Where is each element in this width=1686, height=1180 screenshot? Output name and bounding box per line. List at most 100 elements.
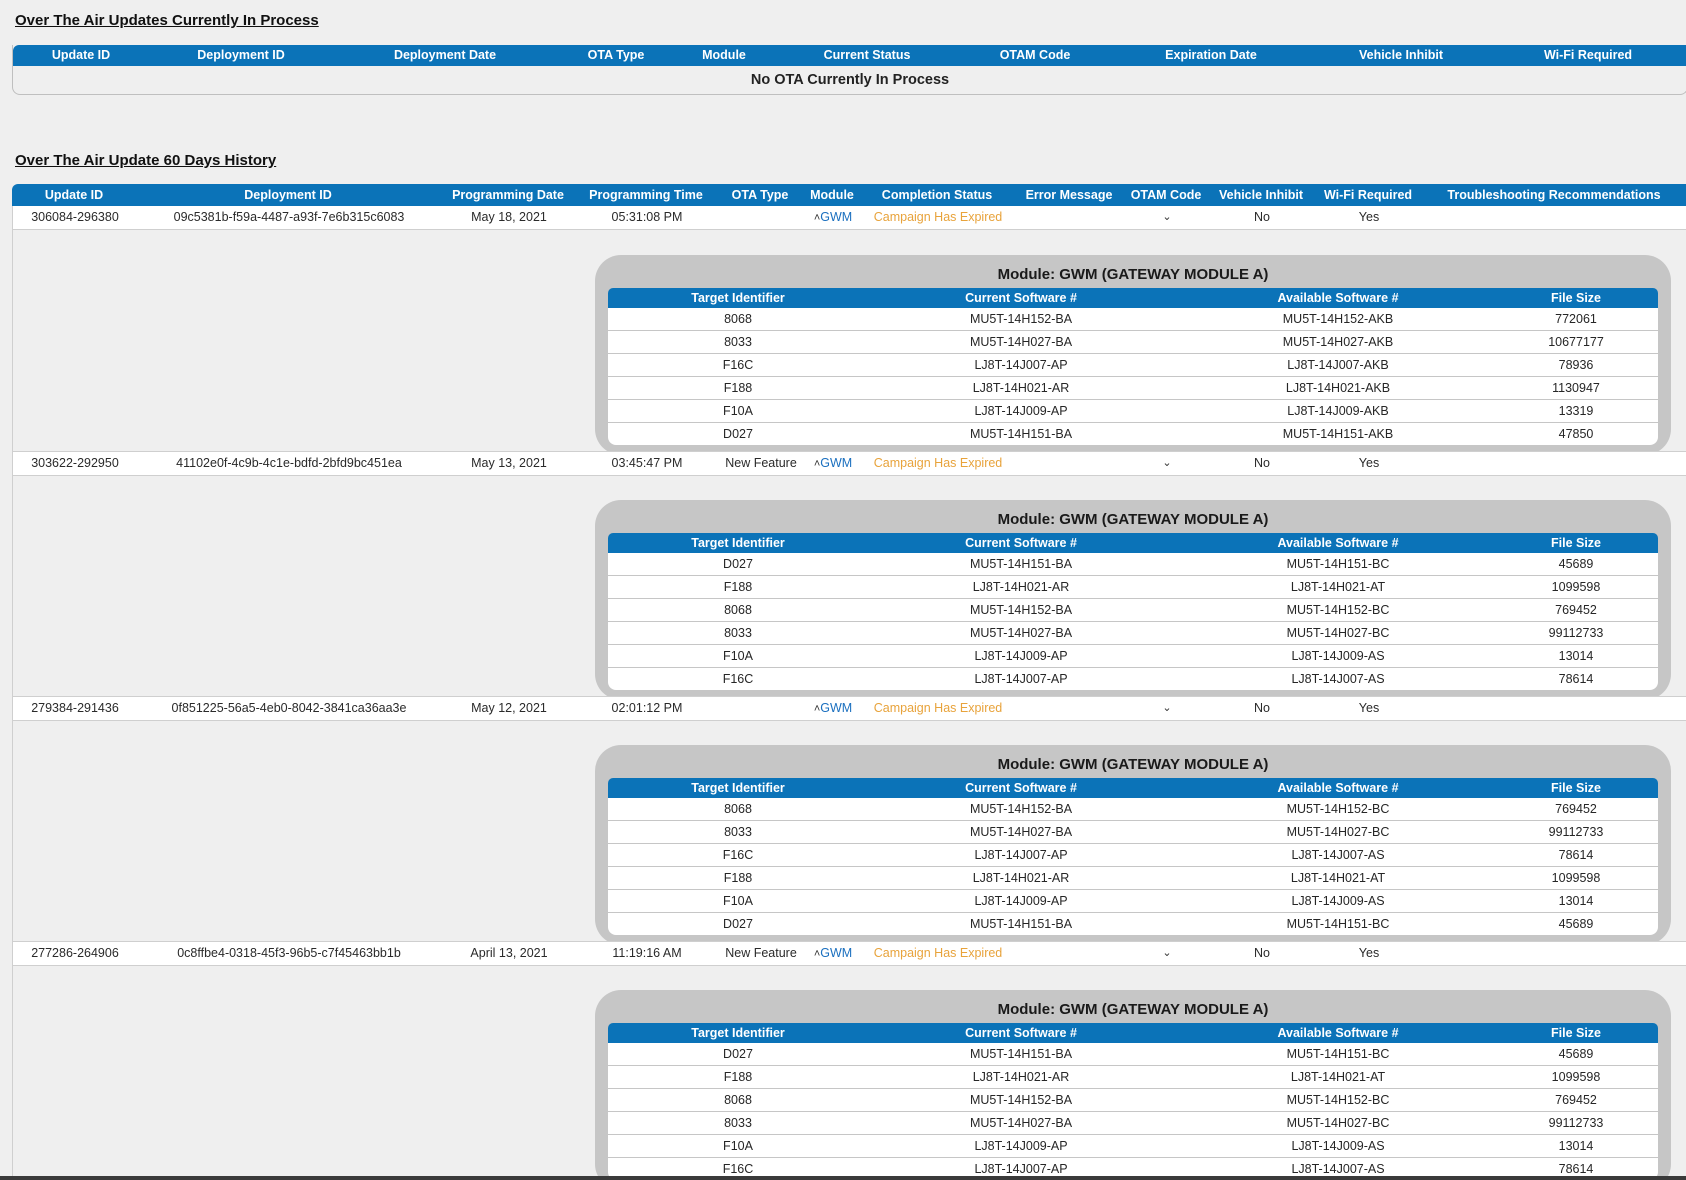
col-otam-code: OTAM Code (999, 48, 1071, 62)
file-size: 78614 (1558, 848, 1594, 862)
chevron-down-icon[interactable]: ⌄ (1162, 942, 1171, 965)
current-software: LJ8T-14H021-AR (972, 1070, 1070, 1084)
module-detail-table: Target Identifier Current Software # Ava… (608, 778, 1658, 935)
current-updates-header: Update ID Deployment ID Deployment Date … (13, 45, 1686, 66)
current-software: MU5T-14H027-BA (969, 335, 1073, 349)
available-software: LJ8T-14J007-AS (1291, 672, 1385, 686)
detail-row: 8068 MU5T-14H152-BA MU5T-14H152-BC 769452 (608, 1089, 1658, 1112)
col-error-message: Error Message (1025, 188, 1113, 202)
col-programming-time: Programming Time (589, 188, 703, 202)
detail-row: F10A LJ8T-14J009-AP LJ8T-14J009-AS 13014 (608, 890, 1658, 913)
detail-row: 8033 MU5T-14H027-BA MU5T-14H027-BC 99112733 (608, 821, 1658, 844)
current-software: MU5T-14H152-BA (969, 312, 1073, 326)
deployment-id: 09c5381b-f59a-4487-a93f-7e6b315c6083 (173, 210, 405, 224)
available-software: MU5T-14H152-BC (1286, 1093, 1390, 1107)
table-row[interactable]: 277286-264906 0c8ffbe4-0318-45f3-96b5-c7… (13, 941, 1686, 966)
detail-row: 8033 MU5T-14H027-BA MU5T-14H027-BC 99112733 (608, 622, 1658, 645)
table-row[interactable]: 279384-291436 0f851225-56a5-4eb0-8042-38… (13, 696, 1686, 721)
target-identifier: 8068 (724, 603, 752, 617)
detail-row: 8068 MU5T-14H152-BA MU5T-14H152-AKB 772061 (608, 308, 1658, 331)
module-detail-title: Module: GWM (GATEWAY MODULE A) (997, 756, 1269, 773)
available-software: LJ8T-14J007-AKB (1287, 358, 1389, 372)
col-current-software: Current Software # (965, 536, 1077, 550)
table-row[interactable]: 306084-296380 09c5381b-f59a-4487-a93f-7e… (13, 206, 1686, 230)
current-software: MU5T-14H027-BA (969, 1116, 1073, 1130)
ota-type: New Feature (725, 456, 797, 470)
wifi-required: Yes (1358, 946, 1380, 960)
detail-row: D027 MU5T-14H151-BA MU5T-14H151-BC 45689 (608, 913, 1658, 935)
current-software: LJ8T-14J009-AP (974, 1139, 1068, 1153)
current-updates-table: Update ID Deployment ID Deployment Date … (12, 45, 1686, 95)
col-update-id: Update ID (51, 48, 111, 62)
history-entry: 279384-291436 0f851225-56a5-4eb0-8042-38… (12, 696, 1686, 945)
col-file-size: File Size (1550, 781, 1602, 795)
module-name: GWM (820, 210, 853, 224)
wifi-required: Yes (1358, 210, 1380, 224)
detail-row: F16C LJ8T-14J007-AP LJ8T-14J007-AKB 78936 (608, 354, 1658, 377)
col-available-software: Available Software # (1277, 1026, 1399, 1040)
target-identifier: F10A (723, 1139, 753, 1153)
available-software: MU5T-14H027-BC (1286, 825, 1390, 839)
col-target-identifier: Target Identifier (691, 536, 785, 550)
file-size: 13014 (1558, 649, 1594, 663)
file-size: 1099598 (1551, 871, 1601, 885)
detail-row: F188 LJ8T-14H021-AR LJ8T-14H021-AKB 1130947 (608, 377, 1658, 400)
available-software: LJ8T-14H021-AKB (1285, 381, 1391, 395)
current-software: MU5T-14H027-BA (969, 626, 1073, 640)
file-size: 772061 (1555, 312, 1597, 326)
file-size: 78936 (1558, 358, 1594, 372)
col-vehicle-inhibit: Vehicle Inhibit (1218, 188, 1304, 202)
available-software: MU5T-14H152-BC (1286, 802, 1390, 816)
target-identifier: F188 (723, 580, 753, 594)
vehicle-inhibit: No (1254, 701, 1270, 715)
current-software: LJ8T-14H021-AR (972, 871, 1070, 885)
module-toggle-link[interactable]: ˄GWM (814, 697, 852, 720)
available-software: MU5T-14H151-BC (1286, 557, 1390, 571)
update-id: 277286-264906 (31, 946, 119, 960)
current-software: MU5T-14H151-BA (969, 557, 1073, 571)
col-ota-type: OTA Type (731, 188, 789, 202)
table-row[interactable]: 303622-292950 41102e0f-4c9b-4c1e-bdfd-2b… (13, 451, 1686, 476)
col-target-identifier: Target Identifier (691, 291, 785, 305)
chevron-down-icon[interactable]: ⌄ (1162, 206, 1171, 229)
current-software: MU5T-14H027-BA (969, 825, 1073, 839)
detail-row: 8033 MU5T-14H027-BA MU5T-14H027-BC 99112733 (608, 1112, 1658, 1135)
module-toggle-link[interactable]: ˄GWM (814, 942, 852, 965)
col-ota-type: OTA Type (587, 48, 645, 62)
col-target-identifier: Target Identifier (691, 1026, 785, 1040)
file-size: 13014 (1558, 1139, 1594, 1153)
file-size: 78614 (1558, 672, 1594, 686)
module-toggle-link[interactable]: ˄GWM (814, 206, 852, 229)
col-programming-date: Programming Date (452, 188, 564, 202)
completion-status: Campaign Has Expired (873, 946, 1003, 960)
detail-row: D027 MU5T-14H151-BA MU5T-14H151-BC 45689 (608, 553, 1658, 576)
col-file-size: File Size (1550, 291, 1602, 305)
module-detail-panel: Module: GWM (GATEWAY MODULE A) Target Id… (595, 745, 1671, 945)
target-identifier: 8033 (724, 1116, 752, 1130)
current-software: MU5T-14H152-BA (969, 603, 1073, 617)
available-software: MU5T-14H152-BC (1286, 603, 1390, 617)
module-toggle-link[interactable]: ˄GWM (814, 452, 852, 475)
current-software: LJ8T-14J007-AP (974, 672, 1068, 686)
current-updates-title: Over The Air Updates Currently In Proces… (15, 12, 319, 29)
chevron-down-icon[interactable]: ⌄ (1162, 452, 1171, 475)
history-header: Update ID Deployment ID Programming Date… (12, 184, 1686, 206)
file-size: 13014 (1558, 894, 1594, 908)
target-identifier: 8033 (724, 335, 752, 349)
current-software: MU5T-14H152-BA (969, 1093, 1073, 1107)
file-size: 769452 (1555, 603, 1597, 617)
chevron-down-icon[interactable]: ⌄ (1162, 697, 1171, 720)
col-module: Module (702, 48, 746, 62)
detail-row: D027 MU5T-14H151-BA MU5T-14H151-BC 45689 (608, 1043, 1658, 1066)
detail-row: F188 LJ8T-14H021-AR LJ8T-14H021-AT 1099598 (608, 576, 1658, 599)
target-identifier: F10A (723, 649, 753, 663)
detail-header: Target Identifier Current Software # Ava… (608, 778, 1658, 798)
col-current-status: Current Status (823, 48, 911, 62)
available-software: LJ8T-14J007-AS (1291, 848, 1385, 862)
target-identifier: F16C (722, 848, 754, 862)
current-software: LJ8T-14J009-AP (974, 894, 1068, 908)
file-size: 45689 (1558, 1047, 1594, 1061)
detail-header: Target Identifier Current Software # Ava… (608, 1023, 1658, 1043)
deployment-id: 0c8ffbe4-0318-45f3-96b5-c7f45463bb1b (177, 946, 401, 960)
available-software: LJ8T-14J009-AS (1291, 1139, 1385, 1153)
